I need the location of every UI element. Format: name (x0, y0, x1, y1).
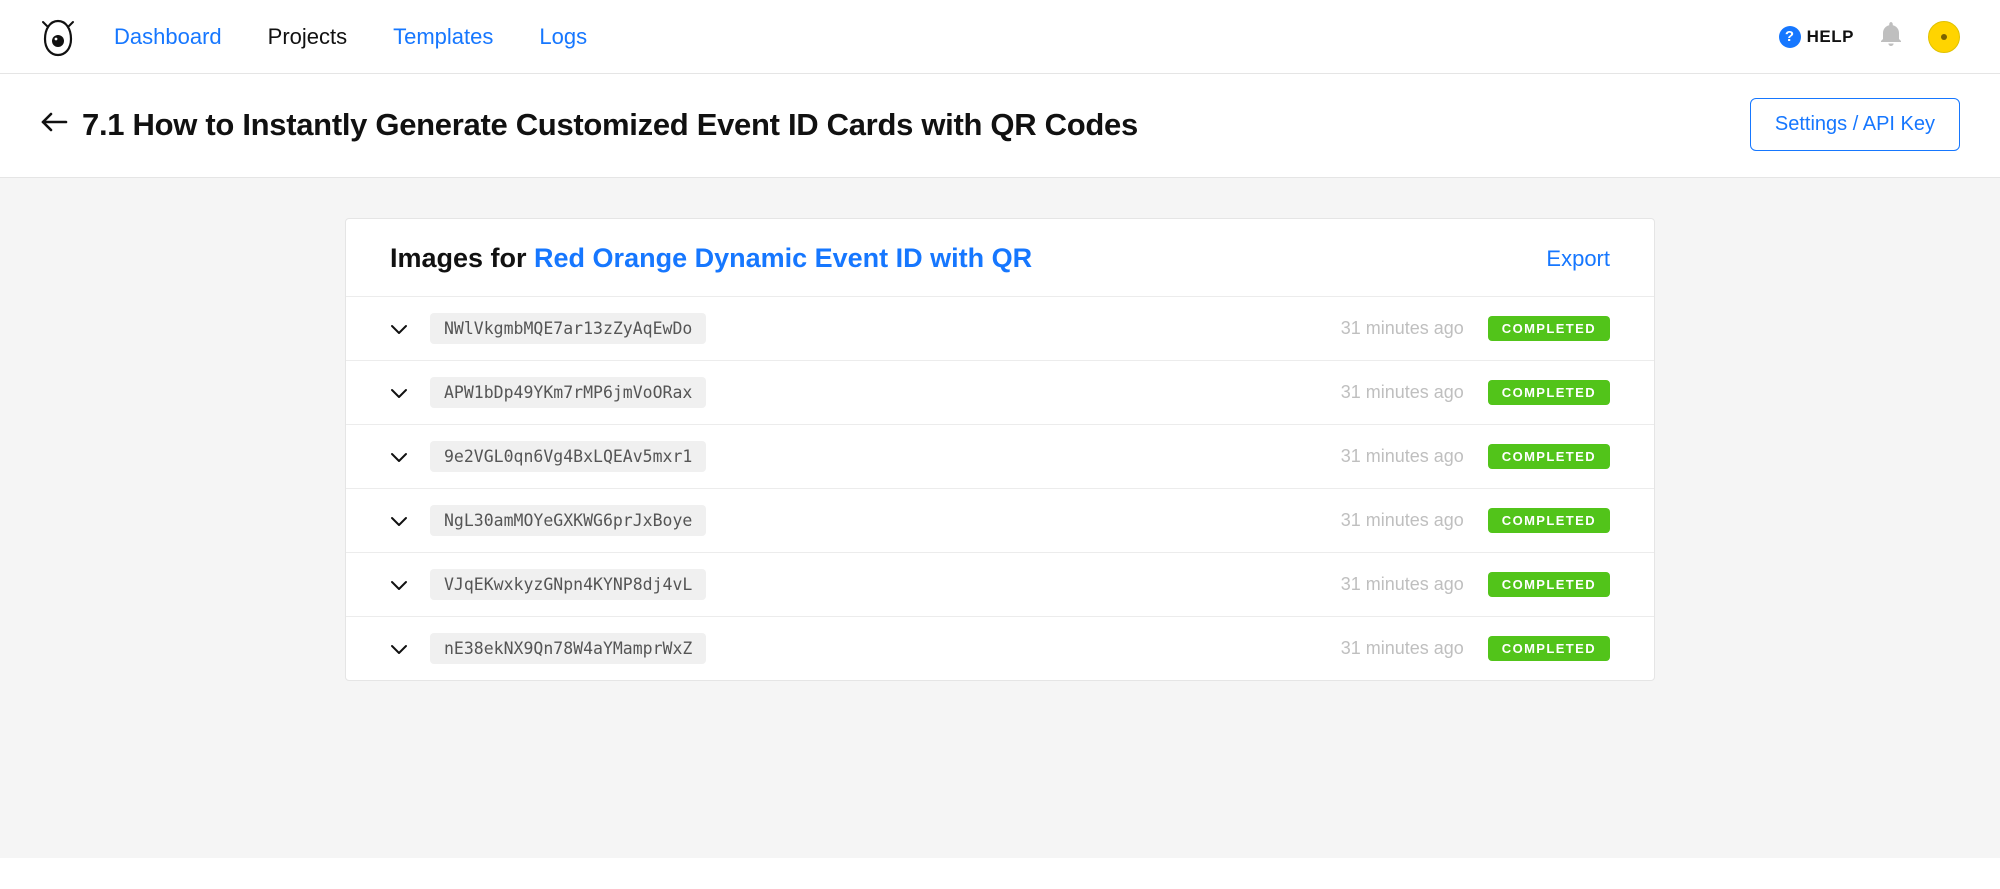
panel-title-link[interactable]: Red Orange Dynamic Event ID with QR (534, 243, 1032, 273)
user-avatar[interactable] (1928, 21, 1960, 53)
row-timestamp: 31 minutes ago (1341, 446, 1464, 467)
chevron-down-icon[interactable] (390, 451, 410, 463)
chevron-down-icon[interactable] (390, 323, 410, 335)
nav-dashboard[interactable]: Dashboard (114, 24, 222, 50)
table-row: NWlVkgmbMQE7ar13zZyAqEwDo 31 minutes ago C… (346, 297, 1654, 361)
page-title: 7.1 How to Instantly Generate Customized… (82, 107, 1138, 143)
status-badge: COMPLETED (1488, 636, 1610, 661)
row-timestamp: 31 minutes ago (1341, 318, 1464, 339)
status-badge: COMPLETED (1488, 380, 1610, 405)
image-id: NgL30amMOYeGXKWG6prJxBoye (430, 505, 706, 536)
page-header: 7.1 How to Instantly Generate Customized… (0, 74, 2000, 178)
status-badge: COMPLETED (1488, 572, 1610, 597)
row-timestamp: 31 minutes ago (1341, 510, 1464, 531)
chevron-down-icon[interactable] (390, 387, 410, 399)
image-id: NWlVkgmbMQE7ar13zZyAqEwDo (430, 313, 706, 344)
images-panel: Images for Red Orange Dynamic Event ID w… (345, 218, 1655, 681)
app-logo[interactable] (40, 19, 76, 55)
status-badge: COMPLETED (1488, 316, 1610, 341)
panel-header: Images for Red Orange Dynamic Event ID w… (346, 219, 1654, 297)
row-timestamp: 31 minutes ago (1341, 638, 1464, 659)
help-label: HELP (1807, 27, 1854, 47)
help-icon: ? (1779, 26, 1801, 48)
nav-links: Dashboard Projects Templates Logs (114, 24, 587, 50)
export-link[interactable]: Export (1546, 246, 1610, 272)
nav-templates[interactable]: Templates (393, 24, 493, 50)
table-row: VJqEKwxkyzGNpn4KYNP8dj4vL 31 minutes ago C… (346, 553, 1654, 617)
notifications-icon[interactable] (1880, 22, 1902, 51)
image-id: nE38ekNX9Qn78W4aYMamprWxZ (430, 633, 706, 664)
table-row: NgL30amMOYeGXKWG6prJxBoye 31 minutes ago C… (346, 489, 1654, 553)
row-timestamp: 31 minutes ago (1341, 382, 1464, 403)
nav-logs[interactable]: Logs (539, 24, 587, 50)
image-id: APW1bDp49YKm7rMP6jmVoORax (430, 377, 706, 408)
table-row: 9e2VGL0qn6Vg4BxLQEAv5mxr1 31 minutes ago C… (346, 425, 1654, 489)
panel-title-prefix: Images for (390, 243, 534, 273)
back-arrow-icon[interactable] (40, 110, 68, 139)
table-row: APW1bDp49YKm7rMP6jmVoORax 31 minutes ago C… (346, 361, 1654, 425)
nav-projects[interactable]: Projects (268, 24, 347, 50)
image-id: 9e2VGL0qn6Vg4BxLQEAv5mxr1 (430, 441, 706, 472)
main-area: Images for Red Orange Dynamic Event ID w… (0, 178, 2000, 858)
help-button[interactable]: ? HELP (1779, 26, 1854, 48)
chevron-down-icon[interactable] (390, 643, 410, 655)
status-badge: COMPLETED (1488, 508, 1610, 533)
status-badge: COMPLETED (1488, 444, 1610, 469)
image-id: VJqEKwxkyzGNpn4KYNP8dj4vL (430, 569, 706, 600)
chevron-down-icon[interactable] (390, 579, 410, 591)
row-timestamp: 31 minutes ago (1341, 574, 1464, 595)
top-nav: Dashboard Projects Templates Logs ? HELP (0, 0, 2000, 74)
table-row: nE38ekNX9Qn78W4aYMamprWxZ 31 minutes ago C… (346, 617, 1654, 680)
settings-api-key-button[interactable]: Settings / API Key (1750, 98, 1960, 151)
panel-title: Images for Red Orange Dynamic Event ID w… (390, 243, 1032, 274)
chevron-down-icon[interactable] (390, 515, 410, 527)
